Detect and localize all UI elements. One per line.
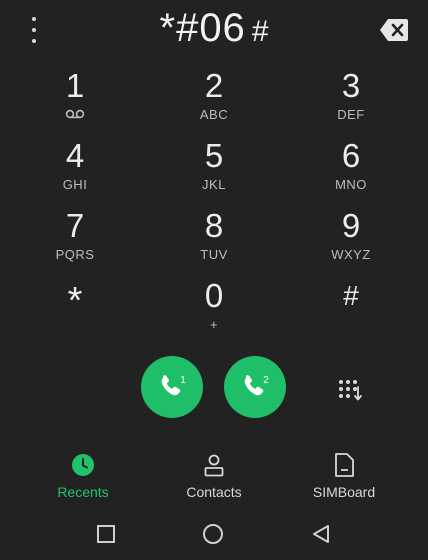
key-hash[interactable]: # — [291, 276, 411, 346]
sim-card-icon — [331, 452, 357, 478]
key-letters: ABC — [199, 107, 229, 122]
key-digit: 3 — [341, 67, 361, 104]
key-digit: 5 — [204, 137, 224, 174]
key-9[interactable]: 9 WXYZ — [291, 206, 411, 276]
key-digit: 6 — [341, 137, 361, 174]
key-0[interactable]: 0 + — [154, 276, 274, 346]
tab-simboard[interactable]: SIMBoard — [284, 452, 404, 504]
key-4[interactable]: 4 GHI — [15, 136, 135, 206]
key-digit: 8 — [204, 207, 224, 244]
svg-text:1: 1 — [180, 375, 186, 386]
call-sim1-button[interactable]: 1 — [141, 356, 203, 418]
key-7[interactable]: 7 PQRS — [15, 206, 135, 276]
key-5[interactable]: 5 JKL — [154, 136, 274, 206]
backspace-icon[interactable] — [379, 17, 409, 43]
person-icon — [201, 452, 227, 478]
call-sim2-button[interactable]: 2 — [224, 356, 286, 418]
key-letters: WXYZ — [331, 247, 371, 262]
circle-icon — [203, 524, 223, 544]
key-digit: 1 — [65, 67, 85, 104]
key-letters: PQRS — [55, 247, 95, 262]
phone-icon: 1 — [161, 375, 186, 396]
key-digit: 4 — [65, 137, 85, 174]
dialed-number: *#06 — [159, 6, 246, 50]
key-digit: # — [343, 280, 359, 311]
key-2[interactable]: 2 ABC — [154, 66, 274, 136]
recent-apps-button[interactable] — [94, 522, 118, 546]
key-digit: 7 — [65, 207, 85, 244]
key-digit: 9 — [341, 207, 361, 244]
dialed-number-tail: # — [251, 15, 269, 48]
dialer-screen: *#06 # 1 2 ABC 3 DEF 4 GHI 5 JKL 6 MNO 7… — [0, 0, 428, 560]
tab-label: Contacts — [186, 484, 242, 500]
phone-icon: 2 — [244, 375, 269, 396]
key-3[interactable]: 3 DEF — [291, 66, 411, 136]
key-8[interactable]: 8 TUV — [154, 206, 274, 276]
back-button[interactable] — [309, 522, 333, 546]
key-letters: MNO — [335, 177, 367, 192]
square-icon — [97, 525, 115, 543]
tab-recents[interactable]: Recents — [23, 452, 143, 504]
clock-icon — [70, 452, 96, 478]
voicemail-icon — [65, 108, 85, 122]
key-letters: DEF — [337, 107, 365, 122]
key-letters: + — [209, 317, 219, 332]
key-digit: * — [67, 280, 83, 322]
home-button[interactable] — [201, 522, 225, 546]
tab-label: Recents — [57, 484, 109, 500]
key-letters: JKL — [202, 177, 226, 192]
key-1[interactable]: 1 — [15, 66, 135, 136]
back-triangle-icon — [313, 525, 329, 543]
key-letters: TUV — [200, 247, 228, 262]
key-digit: 0 — [204, 277, 224, 314]
key-star[interactable]: * — [15, 278, 135, 348]
key-6[interactable]: 6 MNO — [291, 136, 411, 206]
dialed-number-display[interactable]: *#06 # — [0, 6, 428, 56]
dialpad-toggle-icon[interactable] — [336, 376, 364, 404]
key-digit: 2 — [204, 67, 224, 104]
svg-text:2: 2 — [263, 375, 269, 386]
key-letters: GHI — [62, 177, 88, 192]
tab-label: SIMBoard — [312, 484, 376, 500]
tab-contacts[interactable]: Contacts — [154, 452, 274, 504]
